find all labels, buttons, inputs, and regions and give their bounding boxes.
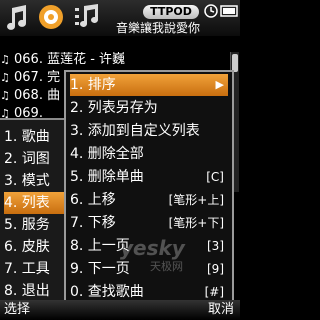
track-title: 蓝莲花 - 许巍 xyxy=(47,52,126,67)
submenu-item-label: 1. 排序 xyxy=(70,77,116,93)
submenu-item-label: 5. 删除单曲 xyxy=(70,169,144,185)
submenu-item-label: 4. 删除全部 xyxy=(70,146,144,162)
list-item[interactable]: ♫ 066. 蓝莲花 - 许巍 xyxy=(0,52,160,68)
music-note-icon: ♫ xyxy=(0,71,10,84)
track-number: 066. xyxy=(14,52,43,67)
shortcut-key: [笔形+下] xyxy=(168,216,224,230)
submenu-item-label: 0. 查找歌曲 xyxy=(70,284,144,300)
music-note-icon: ♫ xyxy=(0,89,10,102)
select-softkey[interactable]: 选择 xyxy=(4,300,30,320)
watermark-subtext: 天极网 xyxy=(150,260,183,273)
submenu-item-label: 6. 上移 xyxy=(70,192,116,208)
submenu-item-label: 7. 下移 xyxy=(70,215,116,231)
shortcut-key: [3] xyxy=(207,239,224,253)
now-playing-ticker: 音樂讓我說愛你 xyxy=(116,21,201,35)
list-item[interactable]: ♫ 068. 曲 xyxy=(0,88,64,104)
menu-item-label: 6. 皮肤 xyxy=(4,239,50,255)
menu-item-label: 8. 退出 xyxy=(4,283,50,299)
list-item[interactable]: ♫ 067. 完 xyxy=(0,70,64,86)
submenu-item-label: 3. 添加到自定义列表 xyxy=(70,123,200,139)
track-number: 068. xyxy=(14,88,43,103)
submenu-item-delete-single[interactable]: 5. 删除单曲 [C] xyxy=(70,166,228,188)
submenu-item-sort[interactable]: 1. 排序 ▶ xyxy=(70,74,228,96)
submenu-item-delete-all[interactable]: 4. 删除全部 xyxy=(70,143,228,165)
cancel-softkey[interactable]: 取消 xyxy=(208,300,234,320)
submenu-item-next-page[interactable]: 9. 下一页 [9] xyxy=(70,258,228,280)
music-note-icon: ♫ xyxy=(0,53,10,66)
menu-item-label: 7. 工具 xyxy=(4,261,50,277)
submenu-item-move-down[interactable]: 7. 下移 [笔形+下] xyxy=(70,212,228,234)
softkey-bar: 选择 取消 xyxy=(0,300,240,320)
submenu-item-save-as[interactable]: 2. 列表另存为 xyxy=(70,97,228,119)
submenu-item-label: 9. 下一页 xyxy=(70,261,130,277)
submenu-item-label: 2. 列表另存为 xyxy=(70,100,158,116)
track-number: 067. xyxy=(14,70,43,85)
list-submenu: 1. 排序 ▶ 2. 列表另存为 3. 添加到自定义列表 4. 删除全部 5. 删… xyxy=(64,70,234,306)
track-title: 完 xyxy=(47,70,61,85)
menu-item-label: 1. 歌曲 xyxy=(4,129,50,145)
music-note-icon[interactable] xyxy=(2,2,32,32)
menu-item-label: 2. 词图 xyxy=(4,151,50,167)
submenu-item-add-to-custom[interactable]: 3. 添加到自定义列表 xyxy=(70,120,228,142)
menu-item-label: 4. 列表 xyxy=(4,195,50,211)
menu-item-label: 3. 模式 xyxy=(4,173,50,189)
shortcut-key: [C] xyxy=(206,170,224,184)
shortcut-key: [笔形+上] xyxy=(168,193,224,207)
menu-item-label: 5. 服务 xyxy=(4,217,50,233)
track-title: 曲 xyxy=(47,88,61,103)
playlist-icon[interactable] xyxy=(72,2,102,32)
watermark-logo: yesky xyxy=(120,236,185,260)
submenu-arrow-icon: ▶ xyxy=(215,78,224,91)
disc-icon[interactable] xyxy=(36,2,66,32)
submenu-item-move-up[interactable]: 6. 上移 [笔形+上] xyxy=(70,189,228,211)
status-icons xyxy=(204,3,240,19)
shortcut-key: [9] xyxy=(207,262,224,276)
top-toolbar: TTPOD 音樂讓我說愛你 xyxy=(0,0,240,36)
app-brand-label: TTPOD xyxy=(143,5,199,19)
